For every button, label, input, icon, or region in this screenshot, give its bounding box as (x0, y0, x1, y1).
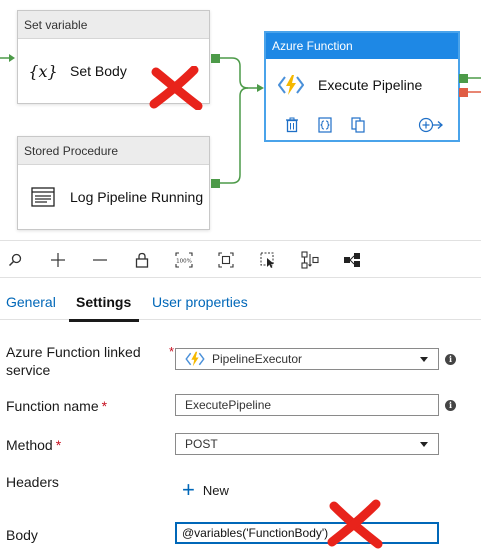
tab-settings[interactable]: Settings (68, 294, 140, 322)
fit-to-screen-icon[interactable] (216, 250, 236, 270)
azure-function-activity[interactable]: Azure Function Execute Pipeline (265, 32, 459, 141)
properties-tabs: General Settings User properties (0, 286, 481, 322)
tab-general[interactable]: General (6, 294, 56, 310)
auto-align-icon[interactable] (300, 250, 320, 270)
svg-text:100%: 100% (176, 259, 192, 265)
function-name-input[interactable]: ExecutePipeline (175, 394, 439, 416)
required-marker: * (101, 398, 108, 414)
canvas-toolbar: 100% (0, 240, 481, 278)
headers-label: Headers (6, 474, 59, 490)
variable-icon: {x} (28, 61, 58, 81)
stored-procedure-activity[interactable]: Stored Procedure Log Pipeline Running (17, 136, 210, 230)
failure-output-port[interactable] (459, 88, 468, 97)
tab-user-properties[interactable]: User properties (152, 294, 248, 310)
plus-icon: + (182, 477, 195, 502)
stored-procedure-icon (30, 187, 56, 207)
success-output-port[interactable] (459, 74, 468, 83)
required-marker: * (55, 437, 62, 453)
method-label: Method * (6, 437, 62, 453)
success-output-port[interactable] (211, 54, 220, 63)
copy-icon[interactable] (350, 117, 366, 133)
activity-type-label: Azure Function (266, 33, 458, 59)
activity-name: Log Pipeline Running (70, 189, 204, 205)
pipeline-canvas[interactable]: Set variable {x} Set Body Stored Procedu… (0, 0, 481, 238)
red-x-mark-icon (149, 66, 203, 110)
select-icon[interactable] (258, 250, 278, 270)
new-header-button[interactable]: + New (182, 479, 229, 501)
delete-icon[interactable] (284, 117, 300, 133)
body-label: Body (6, 527, 38, 543)
activity-name: Execute Pipeline (318, 77, 423, 93)
red-x-mark-icon (327, 499, 383, 549)
method-select[interactable]: POST (175, 433, 439, 455)
linked-service-select[interactable]: PipelineExecutor (175, 348, 439, 370)
search-icon[interactable] (5, 250, 25, 270)
activity-type-label: Set variable (18, 11, 209, 39)
add-output-icon[interactable] (418, 117, 444, 133)
chevron-down-icon (420, 357, 428, 362)
zoom-in-icon[interactable] (48, 250, 68, 270)
method-value: POST (185, 437, 218, 451)
code-icon[interactable] (317, 117, 333, 133)
chevron-down-icon (420, 442, 428, 447)
function-name-label: Function name * (6, 398, 108, 414)
azure-function-icon (278, 74, 304, 96)
linked-service-value: PipelineExecutor (212, 352, 303, 366)
zoom-out-icon[interactable] (90, 250, 110, 270)
lock-icon[interactable] (132, 250, 152, 270)
activity-name: Set Body (70, 63, 127, 79)
info-icon[interactable]: i (445, 400, 456, 411)
body-input[interactable]: @variables('FunctionBody') (175, 522, 439, 544)
info-icon[interactable]: i (445, 354, 456, 365)
linked-service-label: Azure Function linked service (6, 344, 141, 378)
azure-function-icon (185, 351, 205, 367)
arrange-icon[interactable] (342, 250, 362, 270)
activity-type-label: Stored Procedure (18, 137, 209, 165)
zoom-100-percent-icon[interactable]: 100% (174, 250, 194, 270)
required-marker: * (169, 344, 175, 359)
success-output-port[interactable] (211, 179, 220, 188)
